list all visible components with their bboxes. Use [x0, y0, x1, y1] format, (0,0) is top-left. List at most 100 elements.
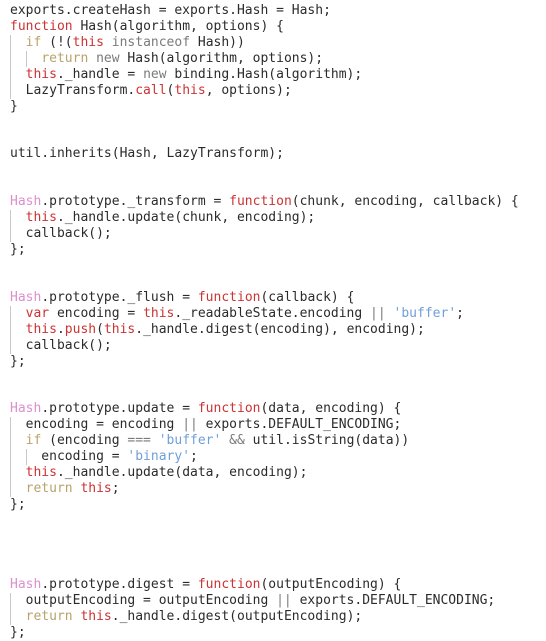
indent-guide	[10, 210, 11, 227]
code-line[interactable]: Hash.prototype._transform = function(chu…	[0, 194, 546, 210]
code-line[interactable]	[0, 513, 546, 529]
code-line[interactable]	[0, 545, 546, 561]
code-token-op: new	[143, 66, 167, 82]
indent-guide	[10, 34, 11, 51]
code-token-kw2: if	[25, 433, 42, 449]
code-line[interactable]: }	[0, 99, 546, 115]
code-line[interactable]: };	[0, 625, 546, 641]
indent-guide	[10, 226, 11, 243]
indent-guide	[10, 465, 11, 482]
code-token-plain: .prototype.update =	[41, 401, 198, 417]
code-line[interactable]: var encoding = this._readableState.encod…	[0, 305, 546, 322]
code-line[interactable]: util.inherits(Hash, LazyTransform);	[0, 146, 546, 162]
code-line[interactable]	[0, 258, 546, 274]
code-token-plain: ._readableState.encoding	[174, 305, 371, 321]
code-line[interactable]	[0, 561, 546, 577]
code-token-kw: function	[197, 289, 261, 305]
code-token-plain: exports.DEFAULT_ENCODING;	[197, 417, 402, 433]
code-token-plain: ._handle =	[56, 66, 144, 82]
indent-guide	[10, 305, 11, 322]
code-line[interactable]: return this;	[0, 481, 546, 498]
code-token-class: Hash	[10, 576, 42, 592]
code-line[interactable]: Hash.prototype.update = function(data, e…	[0, 401, 546, 417]
code-token-kw: this	[80, 608, 112, 624]
code-line[interactable]: callback();	[0, 337, 546, 354]
code-token-str: 'buffer'	[393, 305, 457, 321]
code-token-plain: ._handle.digest(outputEncoding);	[111, 608, 363, 624]
code-token-kw: this	[25, 66, 57, 82]
code-token-plain: outputEncoding = outputEncoding	[10, 592, 277, 608]
code-line[interactable]: this._handle.update(data, encoding);	[0, 465, 546, 482]
code-token-plain: (data, encoding) {	[260, 401, 402, 417]
code-token-plain: encoding = encoding	[10, 417, 183, 433]
indent-guide	[10, 449, 11, 466]
code-token-kw2: return	[25, 608, 73, 624]
code-line[interactable]: };	[0, 497, 546, 513]
code-token-kw: this	[25, 465, 57, 481]
code-token-plain: Hash(algorithm, options) {	[72, 18, 284, 34]
code-line[interactable]: return new Hash(algorithm, options);	[0, 50, 546, 67]
code-line[interactable]: this._handle.update(chunk, encoding);	[0, 210, 546, 227]
code-token-plain: };	[10, 624, 26, 640]
code-line[interactable]	[0, 178, 546, 194]
code-line[interactable]: callback();	[0, 226, 546, 243]
code-token-class: Hash	[10, 194, 42, 210]
indent-guide	[10, 592, 11, 609]
code-token-kw: this	[143, 305, 175, 321]
code-line[interactable]: function Hash(algorithm, options) {	[0, 19, 546, 35]
code-line[interactable]	[0, 162, 546, 178]
code-token-kw: function	[197, 576, 261, 592]
code-block[interactable]: exports.createHash = exports.Hash = Hash…	[0, 0, 546, 641]
indent-guide	[10, 608, 11, 625]
code-token-plain: .prototype._flush =	[41, 289, 198, 305]
code-line[interactable]: LazyTransform.call(this, options);	[0, 82, 546, 99]
code-line[interactable]	[0, 529, 546, 545]
code-line[interactable]: };	[0, 354, 546, 370]
indent-guide	[10, 82, 11, 99]
code-token-plain: callback();	[10, 226, 112, 242]
code-line[interactable]: if (!(this instanceof Hash))	[0, 34, 546, 51]
code-line[interactable]	[0, 386, 546, 402]
indent-guide	[26, 449, 27, 466]
code-line[interactable]: this.push(this._handle.digest(encoding),…	[0, 321, 546, 338]
code-token-plain: (chunk, encoding, callback) {	[291, 194, 519, 210]
code-token-op: ||	[370, 305, 386, 321]
code-token-plain: Hash(algorithm, options);	[119, 50, 324, 66]
code-line[interactable]: return this._handle.digest(outputEncodin…	[0, 608, 546, 625]
code-line[interactable]: Hash.prototype._flush = function(callbac…	[0, 290, 546, 306]
code-token-class: Hash	[10, 401, 42, 417]
code-line[interactable]: exports.createHash = exports.Hash = Hash…	[0, 3, 546, 19]
code-line[interactable]	[0, 131, 546, 147]
code-line[interactable]	[0, 370, 546, 386]
indent-guide	[10, 433, 11, 450]
code-viewer[interactable]: exports.createHash = exports.Hash = Hash…	[0, 0, 546, 640]
code-token-kw: this	[174, 82, 206, 98]
code-line[interactable]: Hash.prototype.digest = function(outputE…	[0, 577, 546, 593]
code-token-plain: ._handle.digest(encoding), encoding);	[135, 321, 425, 337]
code-line[interactable]: outputEncoding = outputEncoding || expor…	[0, 592, 546, 609]
code-line[interactable]: encoding = 'binary';	[0, 449, 546, 466]
code-token-op: ||	[182, 417, 198, 433]
code-line[interactable]: };	[0, 242, 546, 258]
code-token-plain: ;	[456, 305, 464, 321]
code-line[interactable]: encoding = encoding || exports.DEFAULT_E…	[0, 417, 546, 434]
code-token-kw: this	[80, 481, 112, 497]
code-token-plain: (encoding	[41, 433, 128, 449]
code-token-kw: this	[25, 210, 57, 226]
code-token-plain: (!(	[41, 34, 73, 50]
code-token-plain: ._handle.update(data, encoding);	[56, 465, 308, 481]
code-token-str: 'binary'	[127, 449, 191, 465]
code-token-plain: };	[10, 497, 26, 513]
code-line[interactable]	[0, 115, 546, 131]
code-token-plain: .	[56, 321, 65, 337]
code-line[interactable]: if (encoding === 'buffer' && util.isStri…	[0, 433, 546, 450]
indent-guide	[10, 417, 11, 434]
code-line[interactable]: this._handle = new binding.Hash(algorith…	[0, 66, 546, 83]
code-line[interactable]	[0, 274, 546, 290]
